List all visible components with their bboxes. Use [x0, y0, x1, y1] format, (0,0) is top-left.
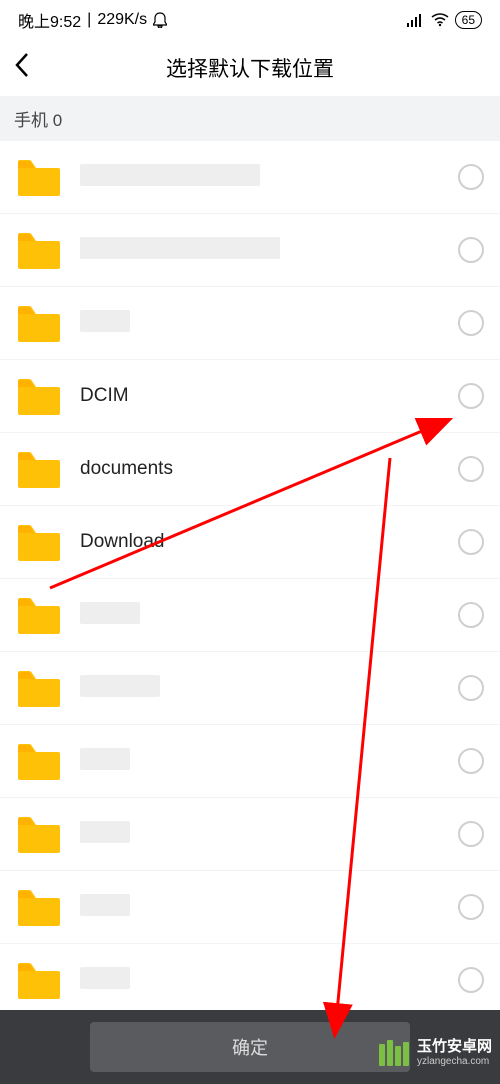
folder-icon	[16, 815, 62, 853]
wifi-icon	[431, 13, 449, 27]
folder-icon	[16, 158, 62, 196]
folder-item[interactable]	[0, 579, 500, 652]
watermark: 玉竹安卓网 yzlangecha.com	[377, 1036, 492, 1070]
watermark-logo	[377, 1036, 411, 1070]
radio-button[interactable]	[458, 821, 484, 847]
status-bar: 晚上9:52 | 229K/s 65	[0, 0, 500, 40]
folder-icon	[16, 961, 62, 999]
radio-button[interactable]	[458, 456, 484, 482]
breadcrumb[interactable]: 手机 0	[0, 96, 500, 141]
folder-item[interactable]	[0, 725, 500, 798]
confirm-button[interactable]: 确定	[90, 1022, 410, 1072]
radio-button[interactable]	[458, 675, 484, 701]
folder-icon	[16, 888, 62, 926]
folder-item[interactable]	[0, 871, 500, 944]
folder-label	[80, 164, 260, 186]
folder-list[interactable]: DCIM documents Download	[0, 141, 500, 1017]
radio-button[interactable]	[458, 383, 484, 409]
folder-item[interactable]	[0, 944, 500, 1017]
folder-item[interactable]	[0, 141, 500, 214]
folder-icon	[16, 596, 62, 634]
folder-icon	[16, 377, 62, 415]
folder-item[interactable]	[0, 214, 500, 287]
folder-item[interactable]: DCIM	[0, 360, 500, 433]
folder-icon	[16, 742, 62, 780]
folder-icon	[16, 304, 62, 342]
folder-icon	[16, 669, 62, 707]
folder-item[interactable]	[0, 652, 500, 725]
radio-button[interactable]	[458, 310, 484, 336]
folder-item[interactable]: Download	[0, 506, 500, 579]
folder-label	[80, 237, 280, 259]
page-title: 选择默认下载位置	[166, 53, 334, 83]
battery-level: 65	[455, 11, 482, 29]
watermark-url: yzlangecha.com	[417, 1056, 492, 1067]
radio-button[interactable]	[458, 602, 484, 628]
folder-label: Download	[80, 531, 165, 552]
radio-button[interactable]	[458, 529, 484, 555]
radio-button[interactable]	[458, 237, 484, 263]
folder-item[interactable]	[0, 798, 500, 871]
folder-label: documents	[80, 458, 173, 479]
bell-icon	[153, 12, 167, 28]
folder-label	[80, 748, 130, 770]
watermark-title: 玉竹安卓网	[417, 1039, 492, 1056]
status-speed: 229K/s	[97, 11, 147, 29]
radio-button[interactable]	[458, 967, 484, 993]
radio-button[interactable]	[458, 894, 484, 920]
signal-icon	[407, 13, 425, 27]
folder-label	[80, 310, 130, 332]
status-time: 晚上9:52	[18, 8, 81, 32]
folder-icon	[16, 231, 62, 269]
folder-label	[80, 821, 130, 843]
folder-label	[80, 967, 130, 989]
radio-button[interactable]	[458, 164, 484, 190]
folder-label	[80, 602, 140, 624]
folder-label: DCIM	[80, 385, 129, 406]
folder-icon	[16, 523, 62, 561]
folder-item[interactable]	[0, 287, 500, 360]
folder-label	[80, 675, 160, 697]
back-button[interactable]	[14, 52, 30, 85]
folder-label	[80, 894, 130, 916]
folder-icon	[16, 450, 62, 488]
folder-item[interactable]: documents	[0, 433, 500, 506]
radio-button[interactable]	[458, 748, 484, 774]
page-header: 选择默认下载位置	[0, 40, 500, 96]
